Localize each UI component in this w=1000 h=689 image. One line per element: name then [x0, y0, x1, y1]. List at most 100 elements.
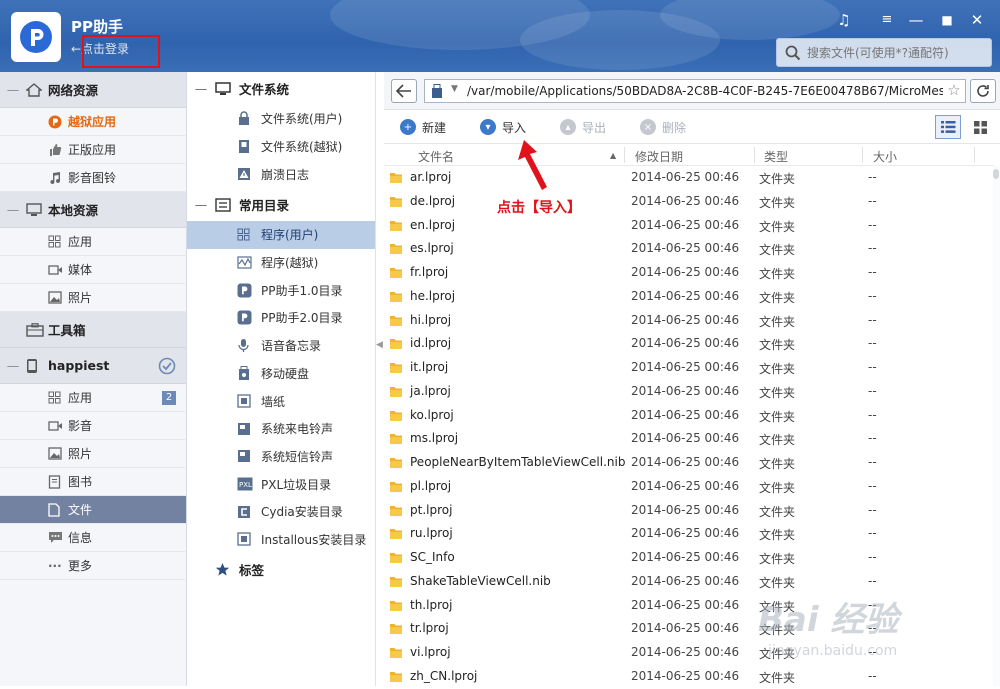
sidebar-item-local-photos[interactable]: 照片: [0, 284, 186, 312]
section-bookmarks[interactable]: 标签: [187, 553, 375, 586]
column-header-size[interactable]: 大小: [873, 148, 897, 165]
refresh-button[interactable]: [970, 79, 996, 103]
search-input[interactable]: [807, 43, 987, 63]
scrollbar-thumb[interactable]: [993, 169, 999, 179]
import-button[interactable]: ▾ 导入: [480, 116, 526, 138]
table-row[interactable]: ja.lproj 2014-06-25 00:46 文件夹 --: [384, 380, 994, 404]
dir-installous-install[interactable]: Installous安装目录: [187, 526, 375, 554]
path-field[interactable]: ▼ /var/mobile/Applications/50BDAD8A-2C8B…: [424, 79, 966, 103]
minimize-icon[interactable]: —: [905, 10, 927, 30]
export-button[interactable]: ▴ 导出: [560, 116, 606, 138]
table-row[interactable]: de.lproj 2014-06-25 00:46 文件夹 --: [384, 190, 994, 214]
sidebar-item-local-apps[interactable]: 应用: [0, 228, 186, 256]
sidebar-item-local-media[interactable]: 媒体: [0, 256, 186, 284]
table-header: 文件名 ▲ 修改日期 类型 大小: [384, 144, 994, 166]
table-row[interactable]: es.lproj 2014-06-25 00:46 文件夹 --: [384, 237, 994, 261]
list-view-button[interactable]: [935, 115, 961, 139]
table-row[interactable]: he.lproj 2014-06-25 00:46 文件夹 --: [384, 285, 994, 309]
section-toolbox[interactable]: 工具箱: [0, 312, 186, 348]
grid-view-button[interactable]: [967, 115, 993, 139]
dir-voice-memos[interactable]: 语音备忘录: [187, 332, 375, 360]
dir-wallpaper[interactable]: 墙纸: [187, 387, 375, 415]
section-network[interactable]: — 网络资源: [0, 72, 186, 108]
section-filesystem[interactable]: — 文件系统: [187, 72, 375, 105]
dir-cydia-install[interactable]: Cydia安装目录: [187, 498, 375, 526]
dir-mobile-disk[interactable]: 移动硬盘: [187, 360, 375, 388]
file-type: 文件夹: [759, 243, 796, 258]
sidebar-item-device-books[interactable]: 图书: [0, 468, 186, 496]
table-row[interactable]: ko.lproj 2014-06-25 00:46 文件夹 --: [384, 404, 994, 428]
table-row[interactable]: ru.lproj 2014-06-25 00:46 文件夹 --: [384, 522, 994, 546]
table-row[interactable]: zh_CN.lproj 2014-06-25 00:46 文件夹 --: [384, 665, 994, 689]
dir-programs-user[interactable]: 程序(用户): [187, 221, 375, 249]
section-local[interactable]: — 本地资源: [0, 192, 186, 228]
table-row[interactable]: pl.lproj 2014-06-25 00:46 文件夹 --: [384, 475, 994, 499]
sidebar-item-device-apps[interactable]: 应用 2: [0, 384, 186, 412]
file-size: --: [868, 312, 877, 327]
column-header-type[interactable]: 类型: [764, 148, 788, 165]
table-row[interactable]: ar.lproj 2014-06-25 00:46 文件夹 --: [384, 166, 994, 190]
check-circle-icon[interactable]: [158, 357, 176, 378]
music-icon[interactable]: ♫: [833, 10, 855, 30]
home-icon: [26, 82, 48, 97]
file-type: 文件夹: [759, 457, 796, 471]
search-box[interactable]: [776, 38, 992, 67]
dir-pp-v2[interactable]: PP助手2.0目录: [187, 304, 375, 332]
file-date: 2014-06-25 00:46: [631, 193, 740, 208]
sort-asc-icon: ▲: [610, 151, 617, 160]
section-common-dirs[interactable]: — 常用目录: [187, 188, 375, 221]
table-row[interactable]: it.lproj 2014-06-25 00:46 文件夹 --: [384, 356, 994, 380]
sidebar-item-jailbreak-apps[interactable]: 越狱应用: [0, 108, 186, 136]
menu-icon[interactable]: ≡: [876, 10, 898, 30]
table-row[interactable]: vi.lproj 2014-06-25 00:46 文件夹 --: [384, 641, 994, 665]
section-device[interactable]: — happiest: [0, 348, 186, 384]
table-row[interactable]: en.lproj 2014-06-25 00:46 文件夹 --: [384, 214, 994, 238]
file-date: 2014-06-25 00:46: [631, 573, 740, 588]
dir-crash-logs[interactable]: 崩溃日志: [187, 160, 375, 188]
folder-icon: [389, 242, 403, 258]
path-dropdown-icon[interactable]: ▼: [451, 84, 458, 94]
close-icon[interactable]: ✕: [966, 10, 988, 30]
sidebar-item-device-media[interactable]: 影音: [0, 412, 186, 440]
dir-system-sms-tones[interactable]: 系统短信铃声: [187, 443, 375, 471]
sidebar-item-device-more[interactable]: ··· 更多: [0, 552, 186, 580]
back-button[interactable]: [391, 79, 417, 103]
sidebar-item-device-photos[interactable]: 照片: [0, 440, 186, 468]
sidebar-item-device-messages[interactable]: 信息: [0, 524, 186, 552]
table-row[interactable]: pt.lproj 2014-06-25 00:46 文件夹 --: [384, 499, 994, 523]
table-row[interactable]: hi.lproj 2014-06-25 00:46 文件夹 --: [384, 309, 994, 333]
path-text[interactable]: /var/mobile/Applications/50BDAD8A-2C8B-4…: [467, 84, 965, 98]
column-header-modified[interactable]: 修改日期: [635, 148, 683, 165]
file-type: 文件夹: [759, 267, 796, 281]
file-type: 文件夹: [759, 575, 796, 590]
column-header-name[interactable]: 文件名: [418, 148, 454, 165]
delete-button[interactable]: × 删除: [640, 116, 686, 138]
file-type: 文件夹: [759, 362, 796, 376]
new-button[interactable]: + 新建: [400, 116, 446, 138]
dir-pxl-trash[interactable]: PXL PXL垃圾目录: [187, 470, 375, 498]
table-row[interactable]: th.lproj 2014-06-25 00:46 文件夹 --: [384, 594, 994, 618]
dir-filesystem-user[interactable]: 文件系统(用户): [187, 105, 375, 133]
dir-pp-v1[interactable]: PP助手1.0目录: [187, 276, 375, 304]
collapse-panel-handle[interactable]: ◀: [376, 340, 383, 350]
table-row[interactable]: SC_Info 2014-06-25 00:46 文件夹 --: [384, 546, 994, 570]
table-row[interactable]: ShakeTableViewCell.nib 2014-06-25 00:46 文件…: [384, 570, 994, 594]
app-title: PP助手: [71, 18, 123, 36]
bookmark-star-icon[interactable]: ☆: [943, 81, 965, 101]
maximize-icon[interactable]: ■: [936, 10, 958, 30]
sidebar-item-device-files[interactable]: 文件: [0, 496, 186, 524]
sidebar-item-media-ringtones[interactable]: 影音图铃: [0, 164, 186, 192]
table-row[interactable]: tr.lproj 2014-06-25 00:46 文件夹 --: [384, 617, 994, 641]
table-row[interactable]: fr.lproj 2014-06-25 00:46 文件夹 --: [384, 261, 994, 285]
dir-programs-jailbreak[interactable]: 程序(越狱): [187, 249, 375, 277]
table-row[interactable]: PeopleNearByItemTableViewCell.nib 2014-06…: [384, 451, 994, 475]
sidebar-item-genuine-apps[interactable]: 正版应用: [0, 136, 186, 164]
dir-system-ringtones[interactable]: 系统来电铃声: [187, 415, 375, 443]
file-name: fr.lproj: [410, 265, 449, 279]
vertical-scrollbar[interactable]: [993, 166, 1000, 686]
table-row[interactable]: ms.lproj 2014-06-25 00:46 文件夹 --: [384, 427, 994, 451]
file-name: ja.lproj: [410, 383, 451, 398]
dir-filesystem-jailbreak[interactable]: 文件系统(越狱): [187, 133, 375, 161]
file-date: 2014-06-25 00:46: [631, 550, 740, 564]
table-row[interactable]: id.lproj 2014-06-25 00:46 文件夹 --: [384, 332, 994, 356]
